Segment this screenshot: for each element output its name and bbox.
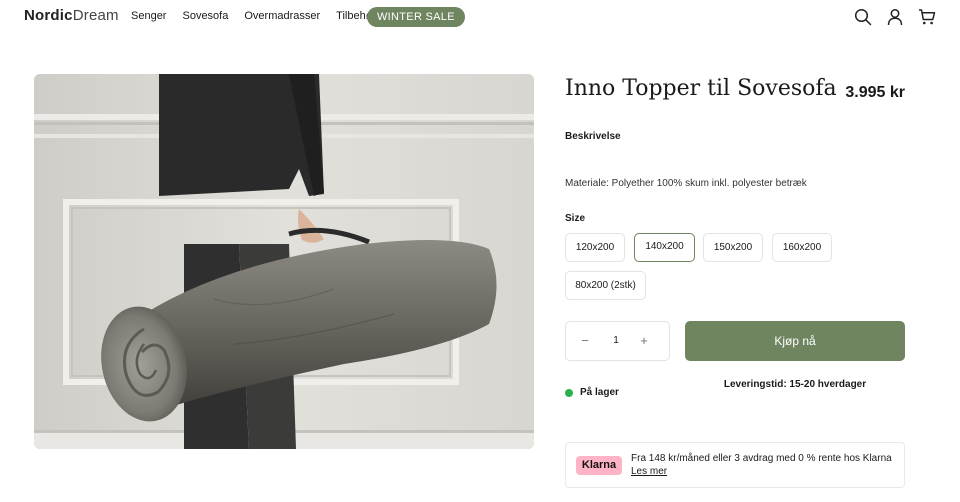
product-photo <box>34 74 534 449</box>
product-image <box>34 74 534 449</box>
nav-item-sovesofa[interactable]: Sovesofa <box>182 10 228 22</box>
logo-light: Dream <box>72 7 119 24</box>
product-price: 3.995 kr <box>845 84 905 101</box>
nav-item-senger[interactable]: Senger <box>131 10 166 22</box>
logo[interactable]: NordicDream <box>24 7 119 24</box>
description-label[interactable]: Beskrivelse <box>565 131 621 142</box>
size-option-140x200[interactable]: 140x200 <box>634 233 695 262</box>
size-option-80x200-2stk[interactable]: 80x200 (2stk) <box>565 271 646 300</box>
size-label: Size <box>565 213 586 224</box>
winter-sale-button[interactable]: WINTER SALE <box>367 7 465 27</box>
nav-item-overmadrasser[interactable]: Overmadrasser <box>244 10 320 22</box>
product-title: Inno Topper til Sovesofa <box>565 76 837 101</box>
size-option-160x200[interactable]: 160x200 <box>772 233 832 262</box>
quantity-increase-button[interactable]: + <box>629 322 659 360</box>
klarna-logo: Klarna <box>576 456 622 475</box>
stock-status: På lager <box>565 387 619 398</box>
search-icon[interactable] <box>854 8 872 26</box>
size-option-120x200[interactable]: 120x200 <box>565 233 625 262</box>
description-text: Materiale: Polyether 100% skum inkl. pol… <box>565 178 807 189</box>
site-header: NordicDream Senger Sovesofa Overmadrasse… <box>0 0 960 36</box>
klarna-read-more-link[interactable]: Les mer <box>631 466 667 477</box>
delivery-time: Leveringstid: 15-20 hverdager <box>723 379 867 390</box>
logo-bold: Nordic <box>24 7 73 24</box>
quantity-stepper: − 1 + <box>565 321 670 361</box>
klarna-text: Fra 148 kr/måned eller 3 avdrag med 0 % … <box>631 453 892 464</box>
buy-now-button[interactable]: Kjøp nå <box>685 321 905 361</box>
cart-icon[interactable] <box>918 8 936 26</box>
stock-label: På lager <box>580 387 619 398</box>
in-stock-dot-icon <box>565 388 573 397</box>
klarna-banner: Klarna Fra 148 kr/måned eller 3 avdrag m… <box>565 442 905 488</box>
size-option-150x200[interactable]: 150x200 <box>703 233 763 262</box>
main-nav: Senger Sovesofa Overmadrasser Tilbehør <box>131 10 392 22</box>
user-icon[interactable] <box>886 8 904 26</box>
header-icons <box>854 8 936 26</box>
